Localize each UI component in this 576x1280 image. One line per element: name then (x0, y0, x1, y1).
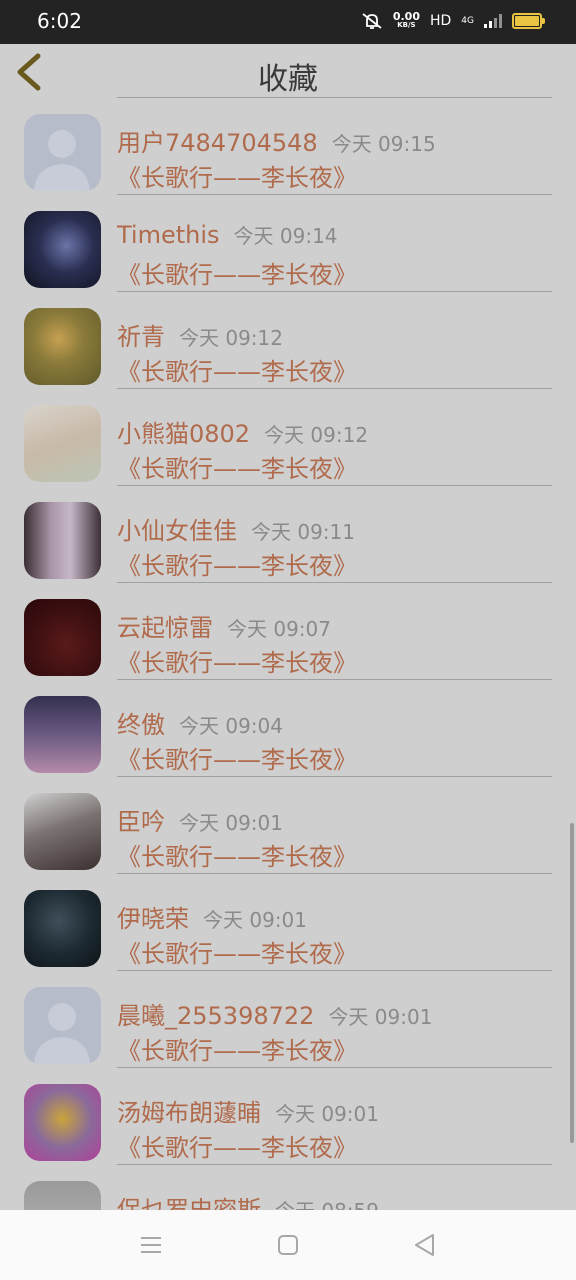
avatar[interactable] (24, 987, 101, 1064)
avatar[interactable] (24, 890, 101, 967)
home-icon[interactable] (273, 1230, 303, 1260)
favorites-list[interactable]: 用户7484704548 今天 09:15 《长歌行——李长夜》 Timethis… (0, 98, 576, 1210)
favorite-time: 今天 09:12 (179, 326, 283, 350)
book-title[interactable]: 《长歌行——李长夜》 (117, 1031, 357, 1066)
avatar[interactable] (24, 114, 101, 191)
book-title[interactable]: 《长歌行——李长夜》 (117, 449, 357, 484)
list-item[interactable]: 祈青 今天 09:12 《长歌行——李长夜》 (0, 292, 576, 389)
avatar[interactable] (24, 1181, 101, 1210)
favorite-time: 今天 09:07 (227, 617, 331, 641)
avatar[interactable] (24, 1084, 101, 1161)
favorite-time: 今天 09:12 (264, 423, 369, 447)
book-title[interactable]: 《长歌行——李长夜》 (117, 352, 357, 387)
signal-icon (484, 14, 502, 28)
avatar[interactable] (24, 793, 101, 870)
user-name[interactable]: 云起惊雷 今天 09:07 (117, 608, 331, 643)
user-name[interactable]: 汤姆布朗蘧晡 今天 09:01 (117, 1093, 379, 1128)
list-item[interactable]: 小仙女佳佳 今天 09:11 《长歌行——李长夜》 (0, 486, 576, 583)
status-icons: 0.00 KB/S HD 4G (361, 10, 545, 30)
scrollbar[interactable] (570, 823, 574, 1143)
list-item[interactable]: 汤姆布朗蘧晡 今天 09:01 《长歌行——李长夜》 (0, 1068, 576, 1165)
user-name[interactable]: 小仙女佳佳 今天 09:11 (117, 511, 355, 546)
favorite-time: 今天 09:04 (179, 714, 283, 738)
menu-icon[interactable] (136, 1230, 166, 1260)
default-user-icon (34, 1003, 90, 1064)
book-title[interactable]: 《长歌行——李长夜》 (117, 740, 357, 775)
battery-icon (512, 13, 545, 29)
favorite-time: 今天 09:11 (251, 520, 355, 544)
user-name[interactable]: 伊晓荣 今天 09:01 (117, 899, 307, 934)
user-name[interactable]: 祈青 今天 09:12 (117, 317, 283, 352)
list-item[interactable]: 用户7484704548 今天 09:15 《长歌行——李长夜》 (0, 98, 576, 195)
list-item[interactable]: 终傲 今天 09:04 《长歌行——李长夜》 (0, 680, 576, 777)
user-name[interactable]: 晨曦_255398722 今天 09:01 (117, 996, 432, 1031)
favorite-time: 今天 09:01 (328, 1005, 433, 1029)
list-item[interactable]: 伊晓荣 今天 09:01 《长歌行——李长夜》 (0, 874, 576, 971)
book-title[interactable]: 《长歌行——李长夜》 (117, 643, 357, 678)
user-name[interactable]: 小熊猫0802 今天 09:12 (117, 414, 368, 449)
list-item[interactable]: 保乜罗史密斯今天 08:59 (0, 1165, 576, 1210)
book-title[interactable]: 《长歌行——李长夜》 (117, 934, 357, 969)
user-name[interactable]: 用户7484704548 今天 09:15 (117, 123, 436, 158)
book-title[interactable]: 《长歌行——李长夜》 (117, 1128, 357, 1163)
favorite-time: 今天 08:59 (275, 1199, 379, 1210)
user-name[interactable]: 终傲 今天 09:04 (117, 705, 283, 740)
avatar[interactable] (24, 308, 101, 385)
avatar[interactable] (24, 696, 101, 773)
status-time: 6:02 (37, 9, 82, 33)
list-item[interactable]: 晨曦_255398722 今天 09:01 《长歌行——李长夜》 (0, 971, 576, 1068)
favorite-time: 今天 09:14 (233, 224, 338, 248)
avatar[interactable] (24, 599, 101, 676)
system-nav-bar (0, 1210, 576, 1280)
list-item[interactable]: Timethis 今天 09:14 《长歌行——李长夜》 (0, 195, 576, 292)
hd-indicator: HD (429, 13, 452, 29)
book-title[interactable]: 《长歌行——李长夜》 (117, 158, 357, 193)
mute-bell-icon (362, 13, 382, 29)
list-item[interactable]: 小熊猫0802 今天 09:12 《长歌行——李长夜》 (0, 389, 576, 486)
list-item[interactable]: 云起惊雷 今天 09:07 《长歌行——李长夜》 (0, 583, 576, 680)
book-title[interactable]: 《长歌行——李长夜》 (117, 255, 357, 290)
favorite-time: 今天 09:15 (331, 132, 436, 156)
list-item[interactable]: 臣吟 今天 09:01 《长歌行——李长夜》 (0, 777, 576, 874)
app-header: 收藏 (0, 44, 576, 98)
book-title[interactable]: 《长歌行——李长夜》 (117, 837, 357, 872)
avatar[interactable] (24, 405, 101, 482)
default-user-icon (34, 130, 90, 191)
user-name[interactable]: Timethis 今天 09:14 (117, 220, 338, 249)
network-speed: 0.00 KB/S (392, 10, 420, 29)
favorite-time: 今天 09:01 (203, 908, 307, 932)
book-title[interactable]: 《长歌行——李长夜》 (117, 546, 357, 581)
status-bar: 6:02 0.00 KB/S HD 4G (0, 0, 576, 44)
network-type: 4G (461, 16, 474, 26)
avatar[interactable] (24, 502, 101, 579)
favorite-time: 今天 09:01 (179, 811, 283, 835)
avatar[interactable] (24, 211, 101, 288)
page-title: 收藏 (258, 62, 318, 97)
back-icon[interactable] (410, 1230, 440, 1260)
favorite-time: 今天 09:01 (275, 1102, 379, 1126)
user-name[interactable]: 臣吟 今天 09:01 (117, 802, 283, 837)
user-name[interactable]: 保乜罗史密斯今天 08:59 (117, 1190, 379, 1210)
